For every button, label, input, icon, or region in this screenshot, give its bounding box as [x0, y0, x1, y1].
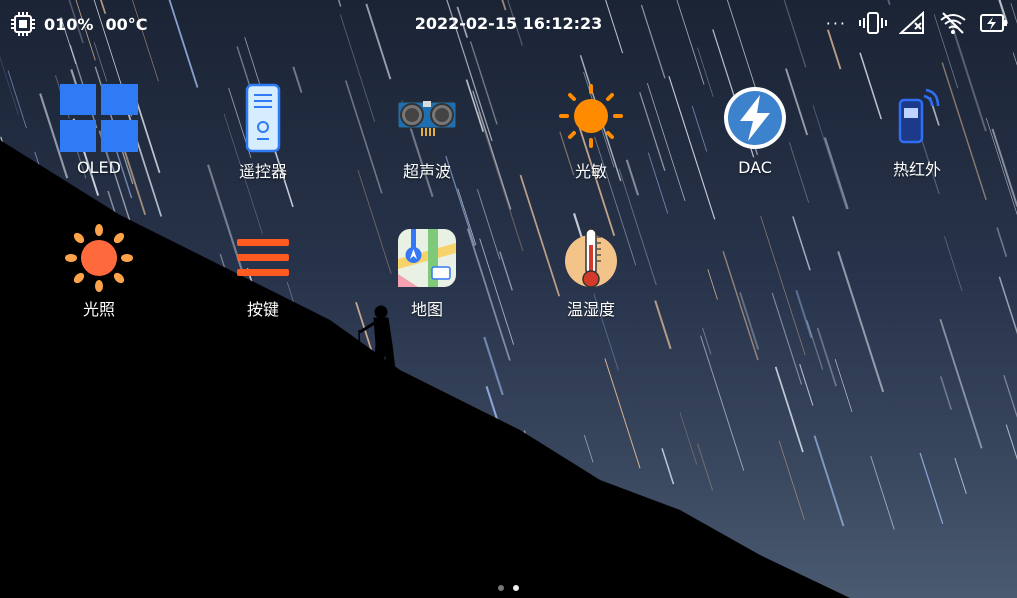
- sun-orange-icon: [551, 76, 631, 156]
- app-infrared[interactable]: 热红外: [852, 76, 982, 196]
- ultrasonic-sensor-icon: [387, 78, 467, 158]
- app-label: OLED: [77, 158, 121, 177]
- app-dac[interactable]: DAC: [690, 78, 820, 198]
- vibrate-icon: [859, 12, 887, 34]
- page-dot[interactable]: [498, 585, 504, 591]
- app-label: 光敏: [574, 162, 607, 181]
- menu-lines-icon: [223, 218, 303, 298]
- battery-charging-icon: [980, 14, 1007, 32]
- page-dot-active[interactable]: [513, 585, 519, 591]
- remote-control-icon: [223, 78, 303, 158]
- app-map[interactable]: 地图: [362, 218, 492, 338]
- windows-grid-icon: [59, 78, 139, 158]
- app-humiture[interactable]: 温湿度: [526, 218, 656, 338]
- app-ultrasonic[interactable]: 超声波: [362, 78, 492, 198]
- thermometer-icon: [551, 218, 631, 298]
- home-screen: 010% 00°C 2022-02-15 16:12:23 ··· OLED 遥…: [0, 0, 1017, 598]
- app-label: 按键: [246, 300, 279, 319]
- app-keys[interactable]: 按键: [198, 218, 328, 338]
- app-label: 遥控器: [238, 162, 287, 181]
- infrared-phone-icon: [877, 76, 957, 156]
- lightning-bolt-icon: [715, 78, 795, 158]
- no-signal-icon: [899, 11, 924, 34]
- app-label: DAC: [738, 158, 772, 177]
- more-dots-icon[interactable]: ···: [826, 14, 847, 33]
- app-light[interactable]: 光照: [34, 218, 164, 338]
- wifi-off-icon: [940, 12, 966, 34]
- app-label: 光照: [82, 300, 115, 319]
- app-photosensitive[interactable]: 光敏: [526, 76, 656, 196]
- app-label: 热红外: [892, 160, 941, 179]
- page-indicator: [0, 585, 1017, 591]
- app-label: 地图: [410, 300, 443, 319]
- app-label: 超声波: [402, 162, 451, 181]
- sun-icon: [59, 218, 139, 298]
- map-icon: [387, 218, 467, 298]
- app-oled[interactable]: OLED: [34, 78, 164, 198]
- app-label: 温湿度: [566, 300, 615, 319]
- status-bar: 010% 00°C 2022-02-15 16:12:23 ···: [0, 0, 1017, 48]
- status-right: ···: [826, 11, 1009, 35]
- app-remote[interactable]: 遥控器: [198, 78, 328, 198]
